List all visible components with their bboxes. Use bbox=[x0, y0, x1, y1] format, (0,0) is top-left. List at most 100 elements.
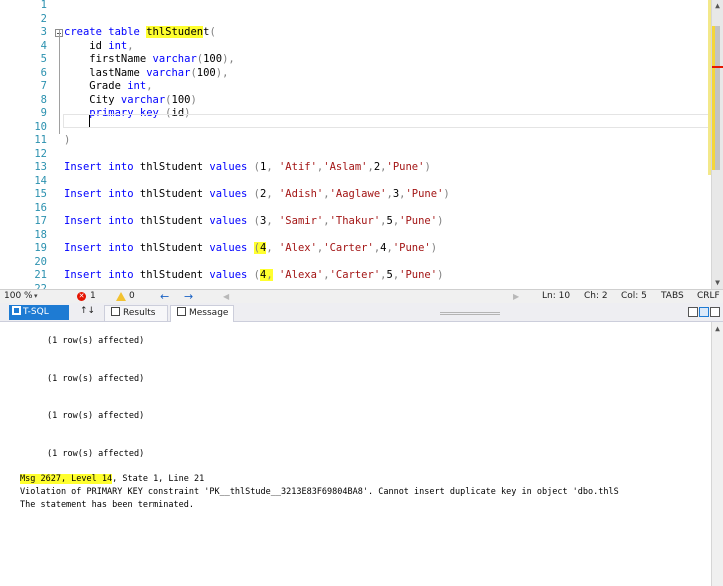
error-state-line: , State 1, Line 21 bbox=[112, 474, 205, 484]
scrollbar-thumb[interactable] bbox=[715, 26, 720, 170]
code-token: varchar bbox=[152, 53, 197, 65]
code-token: 'Adish' bbox=[278, 188, 324, 200]
code-token: Insert into bbox=[64, 188, 134, 200]
code-lines[interactable]: 1 2 3 create table thlStudent(4 id int, 5 fi… bbox=[0, 0, 710, 289]
navigate-back-icon[interactable]: ← bbox=[160, 290, 169, 303]
code-token: 'Samir' bbox=[278, 215, 324, 227]
code-line[interactable]: 18 bbox=[0, 229, 710, 243]
messages-pane[interactable]: (1 row(s) affected) (1 row(s) affected) … bbox=[0, 322, 723, 586]
scroll-up-icon[interactable]: ▲ bbox=[712, 0, 723, 12]
line-number: 10 bbox=[34, 120, 47, 133]
code-token: id bbox=[64, 39, 109, 52]
code-text: Insert into thlStudent values (1, 'Atif'… bbox=[64, 161, 431, 175]
code-line[interactable]: 20 bbox=[0, 256, 710, 270]
code-text: Insert into thlStudent values (2, 'Adish… bbox=[64, 188, 450, 202]
code-text: ) bbox=[64, 134, 70, 148]
code-line[interactable]: 14 bbox=[0, 175, 710, 189]
cursor-line: Ln: 10 bbox=[542, 291, 571, 301]
scroll-right-icon[interactable]: ▶ bbox=[513, 290, 519, 303]
code-line[interactable]: 16 bbox=[0, 202, 710, 216]
rows-affected-message: (1 row(s) affected) bbox=[47, 336, 145, 346]
code-line[interactable]: 5 firstName varchar(100), bbox=[0, 53, 710, 67]
line-number: 13 bbox=[34, 161, 47, 173]
rows-affected-message: (1 row(s) affected) bbox=[47, 411, 145, 421]
code-token: 'Carter' bbox=[323, 242, 374, 254]
code-text: id int, bbox=[64, 39, 134, 54]
error-code-highlighted: Msg 2627, Level 14 bbox=[20, 474, 113, 484]
line-number: 19 bbox=[34, 242, 47, 254]
code-line[interactable]: 11) bbox=[0, 134, 710, 148]
code-line[interactable]: 3 create table thlStudent( bbox=[0, 26, 710, 40]
code-token: thlStuden bbox=[146, 26, 204, 38]
code-token: 'Pune' bbox=[399, 215, 438, 227]
code-line[interactable]: 17 Insert into thlStudent values (3, 'Sam… bbox=[0, 215, 710, 229]
outline-guide bbox=[59, 30, 60, 134]
scroll-down-icon[interactable]: ▼ bbox=[712, 277, 723, 289]
code-token: ) bbox=[437, 269, 444, 281]
code-line[interactable]: 1 bbox=[0, 0, 710, 13]
line-ending: CRLF bbox=[697, 291, 720, 301]
code-line[interactable]: 19 Insert into thlStudent values (4, 'Ale… bbox=[0, 242, 710, 256]
warning-icon[interactable] bbox=[116, 292, 126, 301]
results-tab-strip: T-SQL ↑↓ Results Message bbox=[0, 303, 723, 322]
rows-affected-message: (1 row(s) affected) bbox=[47, 449, 145, 459]
code-token: ), bbox=[222, 53, 235, 65]
messages-vertical-scrollbar[interactable]: ▲ bbox=[711, 322, 723, 586]
sql-editor[interactable]: 1 2 3 create table thlStudent(4 id int, 5 fi… bbox=[0, 0, 723, 289]
code-line[interactable]: 21 Insert into thlStudent values (4, 'Ale… bbox=[0, 269, 710, 283]
line-number: 9 bbox=[40, 107, 47, 119]
zoom-dropdown-icon[interactable]: ▾ bbox=[34, 290, 38, 303]
tab-message[interactable]: Message bbox=[170, 305, 234, 322]
code-token: ) bbox=[190, 93, 197, 106]
navigate-forward-icon[interactable]: → bbox=[184, 290, 193, 303]
code-line[interactable]: 8 City varchar(100) bbox=[0, 94, 710, 108]
cursor-char: Ch: 2 bbox=[584, 291, 608, 301]
code-token: 'Carter' bbox=[329, 269, 381, 281]
split-horizontal-icon[interactable] bbox=[688, 307, 698, 317]
code-line[interactable]: 6 lastName varchar(100), bbox=[0, 67, 710, 81]
code-line[interactable]: 2 bbox=[0, 13, 710, 27]
code-text: firstName varchar(100), bbox=[64, 53, 235, 67]
zoom-level[interactable]: 100 % bbox=[4, 290, 36, 303]
rows-affected-message: (1 row(s) affected) bbox=[47, 374, 145, 384]
code-token: 'Pune' bbox=[392, 242, 431, 254]
split-vertical-icon[interactable] bbox=[699, 307, 709, 317]
code-token: table bbox=[108, 26, 140, 38]
error-icon[interactable]: ✕ bbox=[77, 292, 86, 301]
scroll-up-icon[interactable]: ▲ bbox=[712, 324, 723, 333]
code-line[interactable]: 13 Insert into thlStudent values (1, 'Ati… bbox=[0, 161, 710, 175]
line-number: 2 bbox=[40, 12, 47, 25]
code-token: values bbox=[209, 215, 248, 227]
code-token: values bbox=[209, 161, 248, 173]
text-caret bbox=[89, 115, 90, 127]
code-line[interactable]: 4 id int, bbox=[0, 40, 710, 54]
code-token: 'Pune' bbox=[399, 269, 438, 281]
maximize-pane-icon[interactable] bbox=[710, 307, 720, 317]
line-number: 7 bbox=[40, 80, 47, 92]
code-token: values bbox=[209, 188, 248, 200]
code-line[interactable]: 12 bbox=[0, 148, 710, 162]
sort-icon[interactable]: ↑↓ bbox=[80, 306, 95, 316]
warning-count[interactable]: 0 bbox=[129, 290, 135, 303]
grid-icon bbox=[111, 307, 120, 316]
splitter-grip[interactable] bbox=[440, 312, 500, 315]
editor-vertical-scrollbar[interactable]: ▲ ▼ bbox=[711, 0, 723, 289]
tsql-language-tab[interactable]: T-SQL bbox=[9, 305, 69, 320]
tab-results[interactable]: Results bbox=[104, 305, 168, 321]
code-token: , bbox=[127, 39, 134, 52]
message-icon bbox=[177, 307, 186, 316]
tsql-icon bbox=[12, 306, 21, 315]
code-token: 100 bbox=[196, 66, 216, 79]
code-line[interactable]: 7 Grade int, bbox=[0, 80, 710, 94]
error-count[interactable]: 1 bbox=[90, 290, 96, 303]
line-number: 15 bbox=[34, 188, 47, 200]
code-token: , bbox=[146, 80, 153, 92]
line-number: 20 bbox=[34, 255, 47, 268]
scroll-left-icon[interactable]: ◀ bbox=[223, 290, 229, 303]
code-token: 'Atif' bbox=[278, 161, 317, 173]
code-token: ) bbox=[430, 242, 438, 254]
code-token: 100 bbox=[203, 53, 223, 65]
code-token: 'Thakur' bbox=[329, 215, 381, 227]
code-line[interactable]: 15 Insert into thlStudent values (2, 'Adi… bbox=[0, 188, 710, 202]
code-token: 'Aaglawe' bbox=[329, 188, 387, 200]
